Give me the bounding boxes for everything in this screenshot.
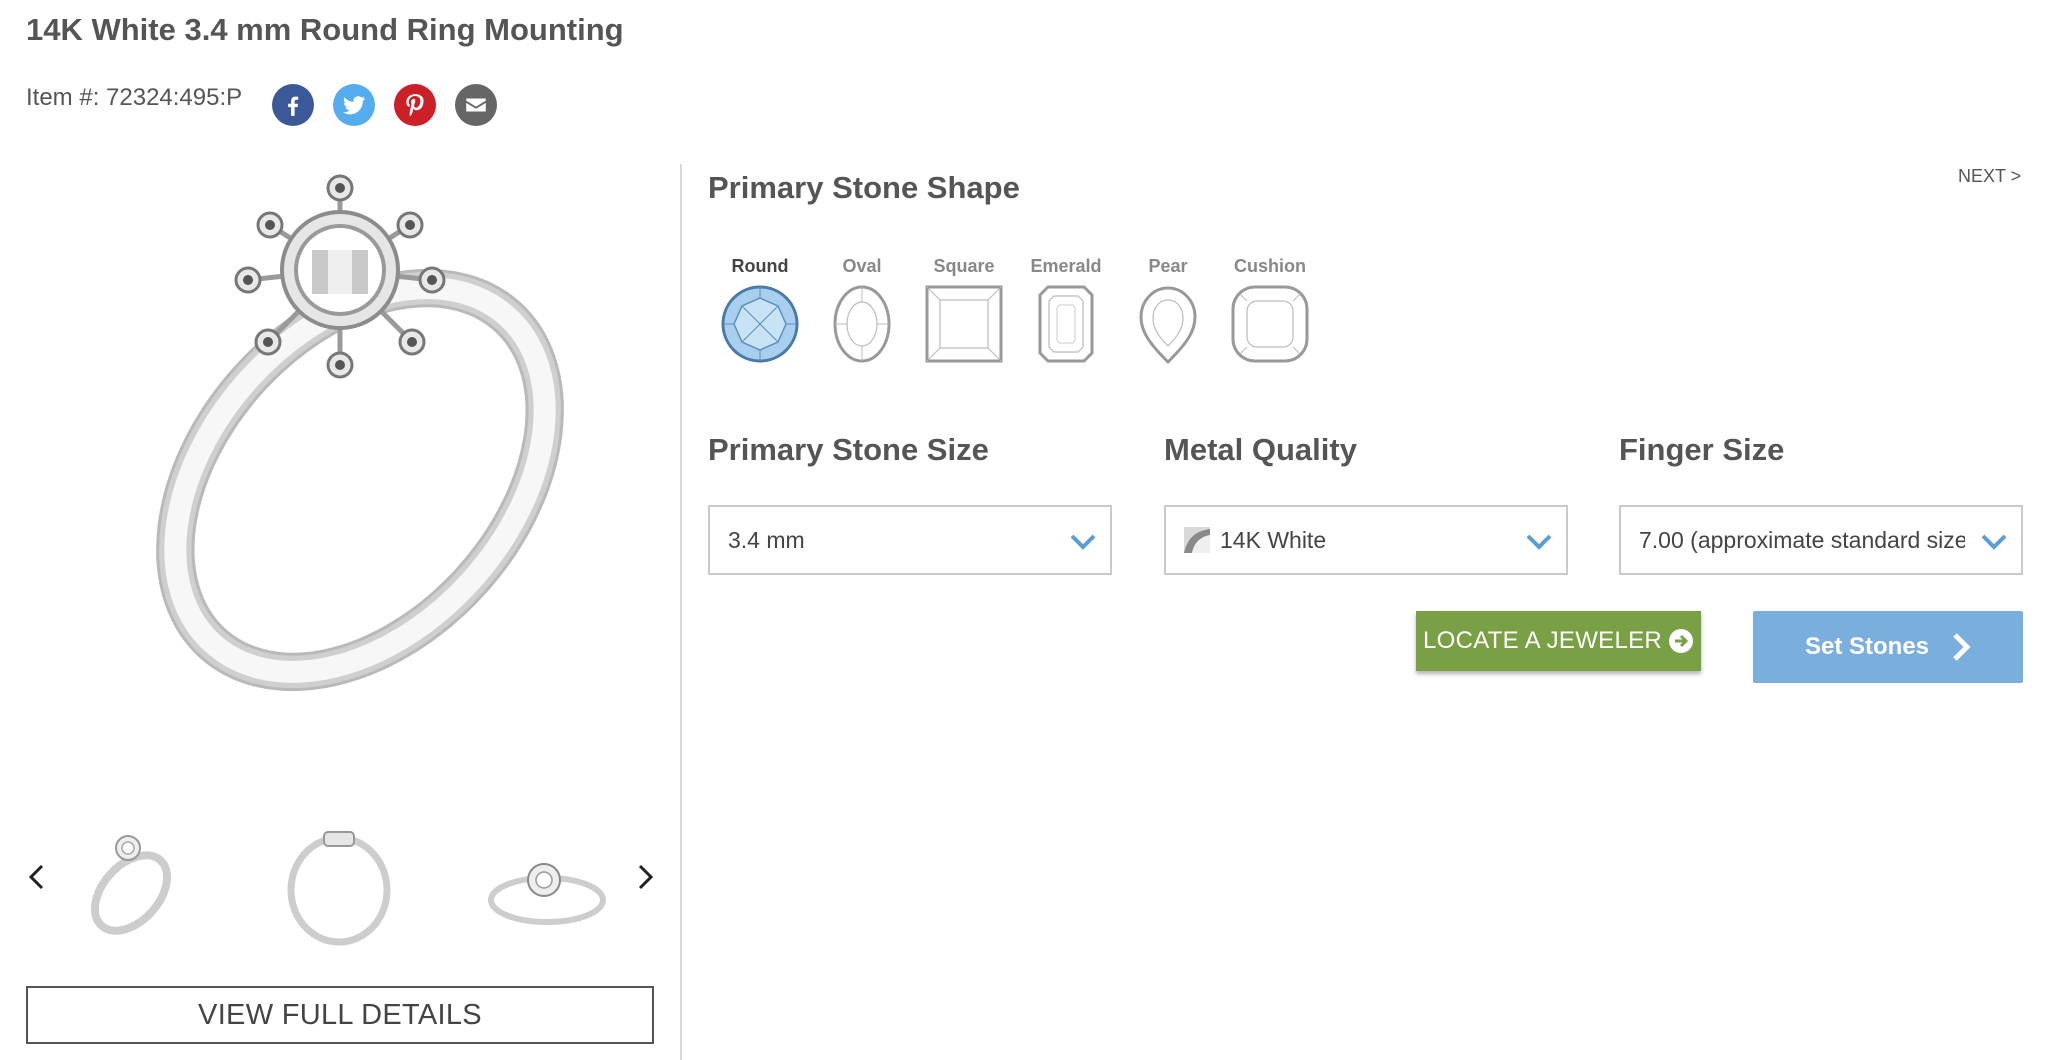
shape-option-oval[interactable]: Oval (817, 254, 907, 364)
stone-size-label: Primary Stone Size (708, 432, 989, 467)
metal-swatch-icon (1184, 527, 1210, 553)
shape-label: Pear (1148, 256, 1188, 276)
panel-divider (680, 164, 682, 1060)
oval-shape-icon (833, 285, 891, 363)
locate-jeweler-button[interactable]: LOCATE A JEWELER (1416, 611, 1701, 671)
set-stones-label: Set Stones (1804, 633, 1930, 660)
shape-label: Emerald (1030, 256, 1102, 276)
shape-label: Oval (842, 256, 882, 276)
gallery-prev-icon[interactable] (22, 862, 52, 892)
finger-size-value: 7.00 (approximate standard size) (1639, 526, 1965, 553)
thumbnail-ring-angle[interactable] (66, 818, 196, 948)
shape-option-round[interactable]: Round (715, 254, 805, 364)
finger-size-select[interactable]: 7.00 (approximate standard size) (1619, 505, 2023, 575)
product-title: 14K White 3.4 mm Round Ring Mounting (26, 12, 624, 47)
thumbnail-ring-front[interactable] (274, 818, 404, 948)
emerald-shape-icon (1038, 285, 1094, 363)
metal-quality-label: Metal Quality (1164, 432, 1357, 467)
shape-option-cushion[interactable]: Cushion (1225, 254, 1315, 364)
thumbnail-ring-top[interactable] (482, 818, 612, 948)
pear-shape-icon (1139, 286, 1197, 364)
view-full-details-button[interactable]: VIEW FULL DETAILS (26, 986, 654, 1044)
chevron-down-icon (1981, 534, 2007, 550)
square-shape-icon (925, 285, 1003, 363)
finger-size-label: Finger Size (1619, 432, 1785, 467)
stone-size-value: 3.4 mm (728, 526, 805, 553)
cushion-shape-icon (1231, 285, 1309, 363)
shape-option-emerald[interactable]: Emerald (1021, 254, 1111, 364)
shape-option-square[interactable]: Square (919, 254, 1009, 364)
chevron-down-icon (1070, 534, 1096, 550)
arrow-circle-right-icon (1669, 629, 1694, 653)
shape-label: Cushion (1234, 256, 1306, 276)
pinterest-icon[interactable] (394, 84, 436, 126)
gallery-next-icon[interactable] (630, 862, 660, 892)
main-product-image (60, 160, 620, 750)
stone-size-select[interactable]: 3.4 mm (708, 505, 1112, 575)
round-shape-icon (721, 285, 799, 363)
shape-label: Round (731, 256, 789, 276)
set-stones-button[interactable]: Set Stones (1753, 611, 2023, 683)
shape-label: Square (933, 256, 995, 276)
facebook-icon[interactable] (272, 84, 314, 126)
item-number: Item #: 72324:495:P (26, 84, 243, 111)
shape-option-pear[interactable]: Pear (1123, 254, 1213, 364)
next-link[interactable]: NEXT > (1958, 166, 2021, 187)
metal-quality-value: 14K White (1220, 526, 1327, 553)
stone-shape-title: Primary Stone Shape (708, 170, 1020, 205)
chevron-down-icon (1526, 534, 1552, 550)
twitter-icon[interactable] (333, 84, 375, 126)
chevron-right-icon (1953, 633, 1971, 661)
locate-jeweler-label: LOCATE A JEWELER (1422, 627, 1663, 654)
metal-quality-select[interactable]: 14K White (1164, 505, 1568, 575)
email-icon[interactable] (455, 84, 497, 126)
